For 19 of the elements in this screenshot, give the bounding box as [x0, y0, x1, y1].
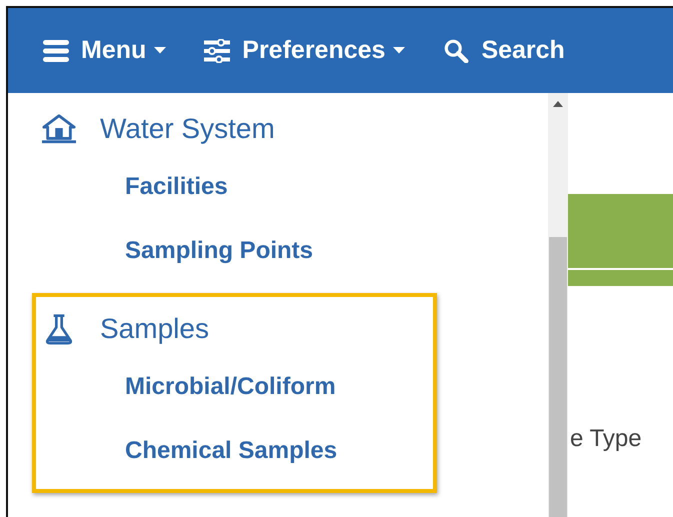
sliders-icon [204, 38, 230, 62]
menu-heading[interactable]: Samples [42, 303, 209, 355]
scroll-up-icon[interactable] [553, 101, 563, 107]
field-label: e Type [569, 425, 643, 453]
menu-item[interactable]: Chemical Samples [125, 419, 338, 483]
menu-icon [43, 38, 69, 62]
menu-item[interactable]: Sampling Points [125, 219, 314, 283]
scrollbar[interactable] [548, 93, 568, 517]
preferences-button[interactable]: Preferences [204, 36, 406, 65]
menu-item[interactable]: Facilities [125, 155, 228, 219]
scroll-thumb[interactable] [549, 237, 567, 517]
caret-icon [393, 47, 406, 54]
menu-button[interactable]: Menu [43, 36, 166, 65]
menu-heading[interactable]: Water System [42, 103, 275, 155]
search-button[interactable]: Search [443, 36, 565, 65]
house-icon [42, 113, 76, 145]
search-icon [443, 38, 470, 62]
menu-item[interactable]: Microbial/Coliform [125, 355, 336, 419]
caret-icon [154, 47, 166, 54]
